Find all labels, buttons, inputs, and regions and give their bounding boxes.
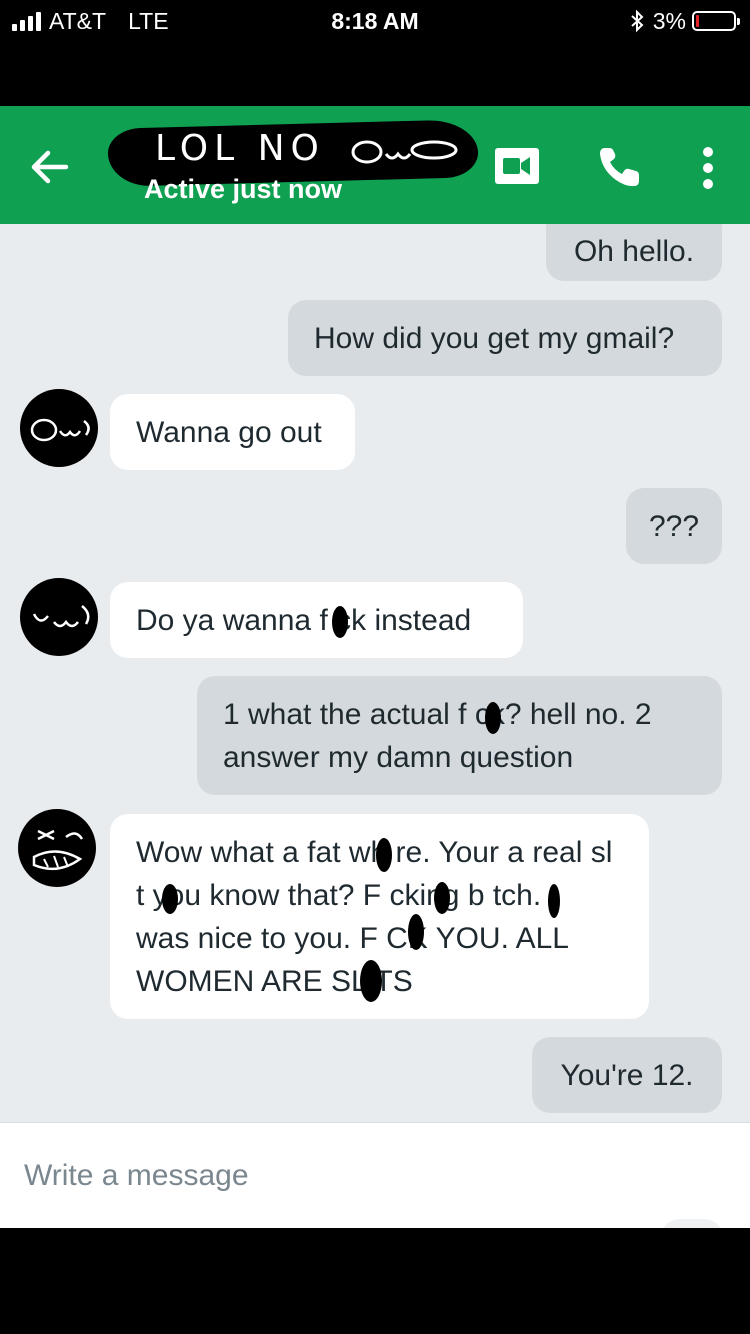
- message-bubble-outgoing[interactable]: ???: [626, 488, 722, 564]
- contact-avatar[interactable]: [18, 809, 96, 887]
- contact-avatar[interactable]: [20, 578, 98, 656]
- contact-avatar[interactable]: [20, 389, 98, 467]
- battery-icon: [692, 11, 740, 31]
- battery-percent: 3%: [652, 7, 686, 34]
- message-bubble-outgoing[interactable]: You're 12.: [532, 1037, 722, 1113]
- censor-blot: [376, 838, 392, 872]
- owo-face-doodle-icon: [351, 140, 458, 164]
- censor-blot: [434, 882, 450, 914]
- battery-level-fill: [696, 15, 699, 27]
- message-composer: [0, 1122, 750, 1239]
- censor-blot: [408, 914, 424, 950]
- message-text: You're 12.: [560, 1059, 694, 1092]
- message-bubble-incoming[interactable]: Do ya wanna f ck instead: [110, 582, 523, 658]
- conversation-header: LOL NO Active just now: [0, 106, 750, 224]
- back-arrow-icon[interactable]: [26, 144, 72, 190]
- more-vertical-icon[interactable]: [694, 146, 722, 190]
- message-bubble-incoming[interactable]: Wanna go out: [110, 394, 355, 470]
- message-text: How did you get my gmail?: [314, 322, 675, 355]
- contact-name[interactable]: LOL NO: [155, 128, 325, 169]
- message-list[interactable]: Oh hello. How did you get my gmail? Wann…: [0, 224, 750, 1122]
- message-bubble-outgoing[interactable]: How did you get my gmail?: [288, 300, 722, 376]
- censor-blot: [548, 884, 560, 918]
- message-bubble-outgoing[interactable]: Oh hello.: [546, 224, 722, 281]
- message-text: 1 what the actual f ck? hell no. 2 answe…: [223, 698, 652, 774]
- censor-blot: [360, 960, 382, 1002]
- owo-face-icon: [30, 418, 90, 442]
- status-right: 3%: [629, 6, 740, 36]
- video-camera-icon[interactable]: [494, 146, 540, 186]
- message-text: Do ya wanna f ck instead: [136, 604, 472, 637]
- bottom-black-area: [0, 1228, 750, 1334]
- message-text: Oh hello.: [573, 235, 695, 268]
- active-status: Active just now: [144, 174, 343, 204]
- message-text: ???: [648, 510, 700, 543]
- bluetooth-icon: [631, 9, 644, 33]
- censor-blot: [162, 884, 178, 914]
- message-bubble-incoming[interactable]: Wow what a fat wh re. Your a real sl t y…: [110, 814, 649, 1019]
- message-bubble-outgoing[interactable]: 1 what the actual f ck? hell no. 2 answe…: [197, 676, 722, 795]
- status-bar: AT&T LTE 8:18 AM 3%: [0, 0, 750, 106]
- censor-blot: [332, 606, 348, 638]
- message-input[interactable]: [24, 1151, 644, 1201]
- angry-face-icon: [32, 829, 84, 871]
- censor-blot: [485, 702, 501, 734]
- uwu-face-icon: [32, 605, 90, 628]
- message-text: Wanna go out: [136, 416, 322, 449]
- phone-icon[interactable]: [596, 144, 642, 190]
